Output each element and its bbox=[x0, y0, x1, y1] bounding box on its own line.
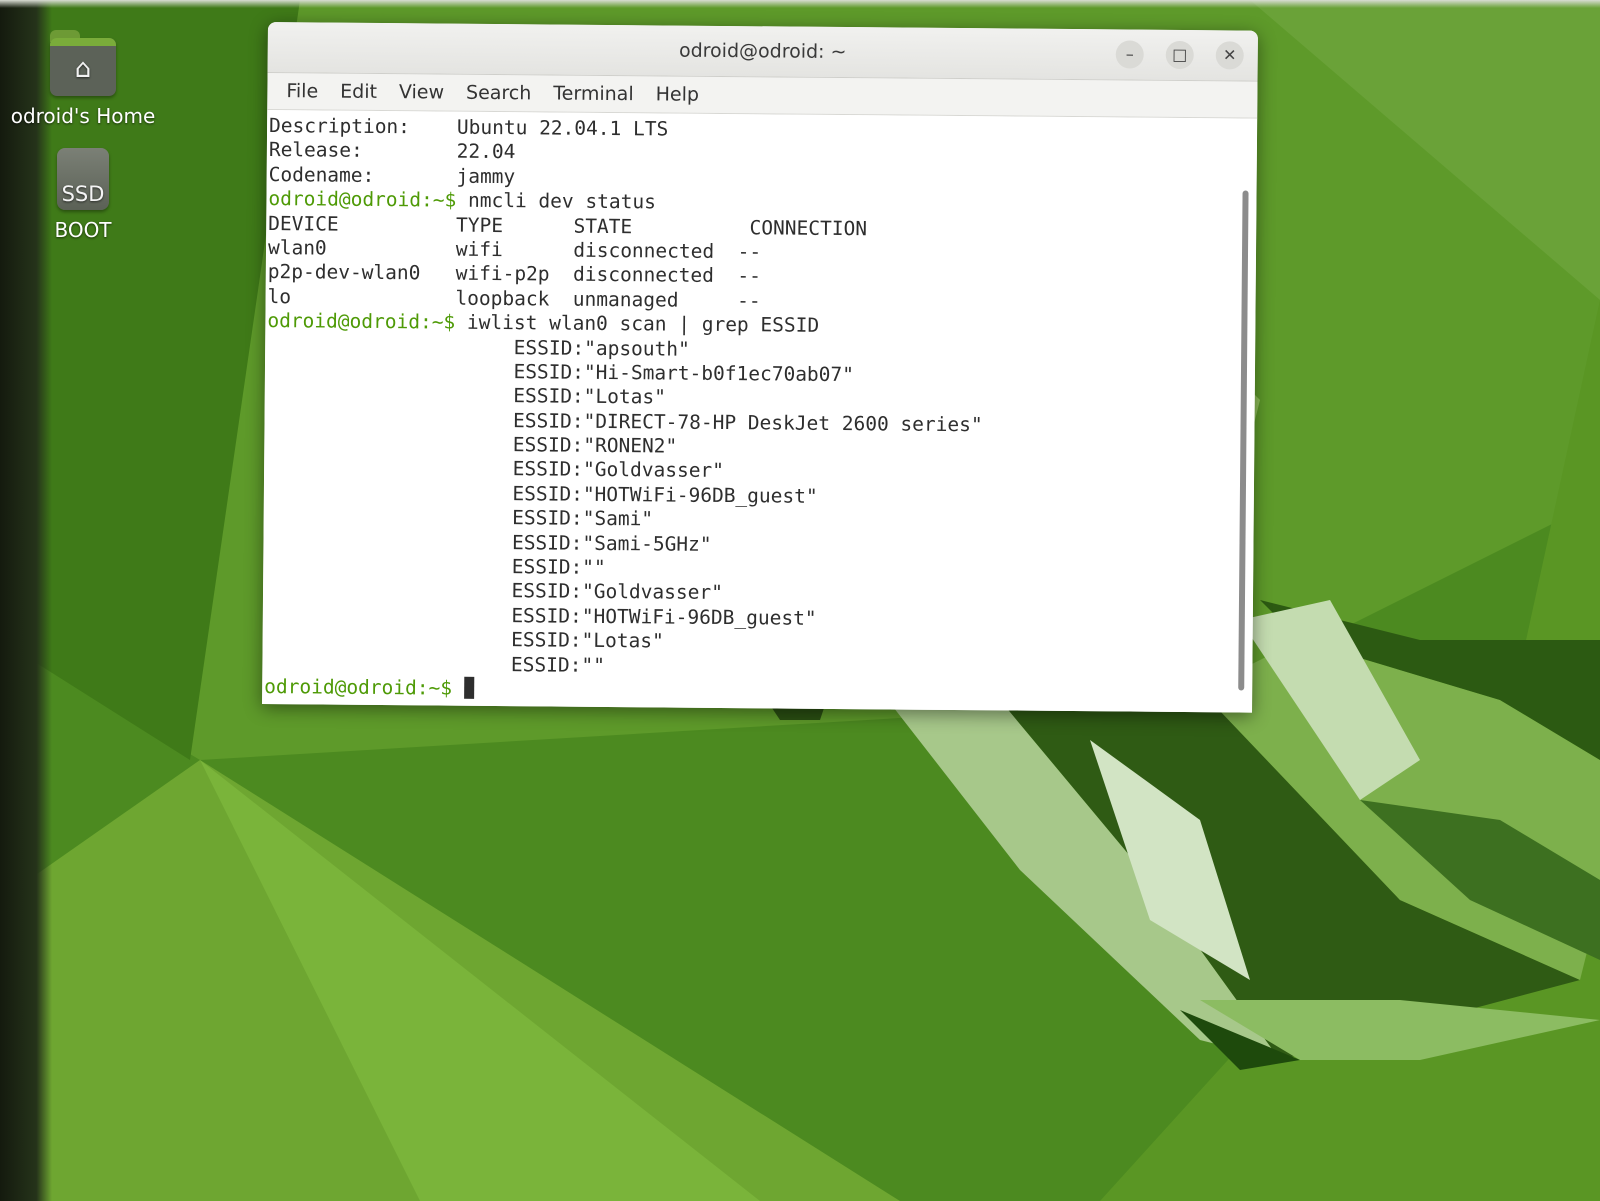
prompt: odroid@odroid:~$ bbox=[268, 187, 457, 212]
menu-search[interactable]: Search bbox=[455, 82, 542, 105]
terminal-output[interactable]: Description: Ubuntu 22.04.1 LTS Release:… bbox=[262, 109, 1258, 713]
prompt: odroid@odroid:~$ bbox=[264, 674, 453, 700]
menu-file[interactable]: File bbox=[275, 80, 329, 102]
home-folder-icon: ⌂ bbox=[50, 30, 116, 96]
window-title: odroid@odroid: ~ bbox=[678, 39, 847, 64]
window-controls: – □ ✕ bbox=[1115, 40, 1244, 70]
desktop-icon-label: BOOT bbox=[54, 218, 112, 242]
text-cursor bbox=[463, 676, 474, 699]
drive-icon: SSD bbox=[57, 148, 109, 210]
monitor-edge bbox=[0, 0, 1600, 8]
menu-help[interactable]: Help bbox=[645, 83, 711, 106]
command: iwlist wlan0 scan | grep ESSID bbox=[466, 310, 820, 337]
command: nmcli dev status bbox=[467, 188, 656, 214]
terminal-window[interactable]: odroid@odroid: ~ – □ ✕ File Edit View Se… bbox=[262, 22, 1258, 713]
close-button[interactable]: ✕ bbox=[1215, 41, 1244, 70]
menu-view[interactable]: View bbox=[388, 81, 455, 104]
menu-terminal[interactable]: Terminal bbox=[542, 82, 644, 105]
menu-edit[interactable]: Edit bbox=[329, 81, 388, 104]
maximize-button[interactable]: □ bbox=[1165, 40, 1194, 70]
desktop-icon-boot[interactable]: SSD BOOT bbox=[8, 148, 158, 242]
desktop-icon-label: odroid's Home bbox=[10, 104, 156, 128]
minimize-button[interactable]: – bbox=[1115, 40, 1144, 69]
window-titlebar[interactable]: odroid@odroid: ~ – □ ✕ bbox=[267, 22, 1258, 82]
desktop-icon-home[interactable]: ⌂ odroid's Home bbox=[8, 30, 158, 128]
prompt: odroid@odroid:~$ bbox=[267, 309, 456, 334]
